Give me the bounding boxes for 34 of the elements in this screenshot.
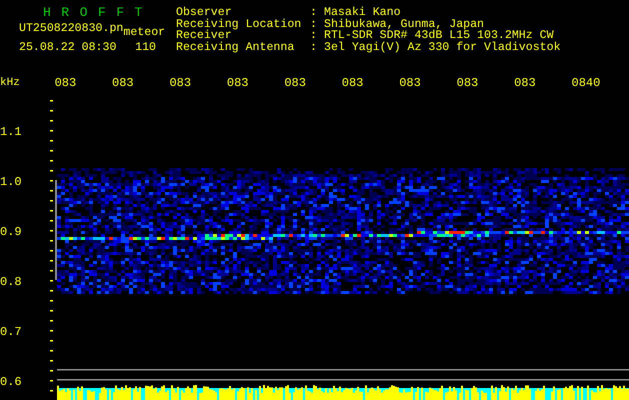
colon: : [310, 7, 318, 18]
axis-label: 0.7 [0, 325, 22, 339]
time-label: 083 [54, 76, 76, 90]
axis-label: 0.8 [0, 275, 22, 289]
field-label: Observer [176, 7, 232, 18]
field-value: 3el Yagi(V) Az 330 for Vladivostok [324, 42, 561, 53]
time-label: 083 [399, 76, 421, 90]
time-label: 083 [342, 76, 364, 90]
colon: : [310, 18, 318, 30]
axis-label: 0.6 [0, 375, 22, 389]
axis-unit: kHz [0, 77, 20, 89]
file-name: UT2508220830.pn [19, 22, 124, 36]
app-title: HROFFT [42, 7, 154, 18]
field-label: Receiver [176, 30, 232, 42]
field-value: Shibukawa, Gunma, Japan [324, 18, 484, 30]
time-label: 083 [514, 76, 536, 90]
field-value: RTL-SDR SDR# 43dB L15 103.2MHz CW [324, 30, 554, 42]
mode-label: meteor [123, 26, 166, 38]
colon: : [310, 30, 318, 42]
count-value: 110 [135, 42, 156, 54]
field-label: Receiving Location [176, 18, 302, 30]
time-label: 083 [456, 76, 478, 90]
time-label: 083 [112, 76, 134, 90]
time-label: 083 [226, 76, 248, 90]
colon: : [310, 42, 318, 53]
axis-label: 0.9 [0, 225, 22, 239]
axis-label: 1.1 [0, 125, 22, 139]
field-value: Masaki Kano [324, 7, 402, 18]
axis-label: 1.0 [0, 175, 22, 189]
time-label: 083 [169, 76, 192, 90]
time-label: 083 [284, 76, 306, 90]
time-label: 0840 [572, 76, 600, 90]
field-label: Receiving Antenna [176, 42, 296, 53]
date-time: 25.08.22 08:30 [19, 42, 116, 54]
